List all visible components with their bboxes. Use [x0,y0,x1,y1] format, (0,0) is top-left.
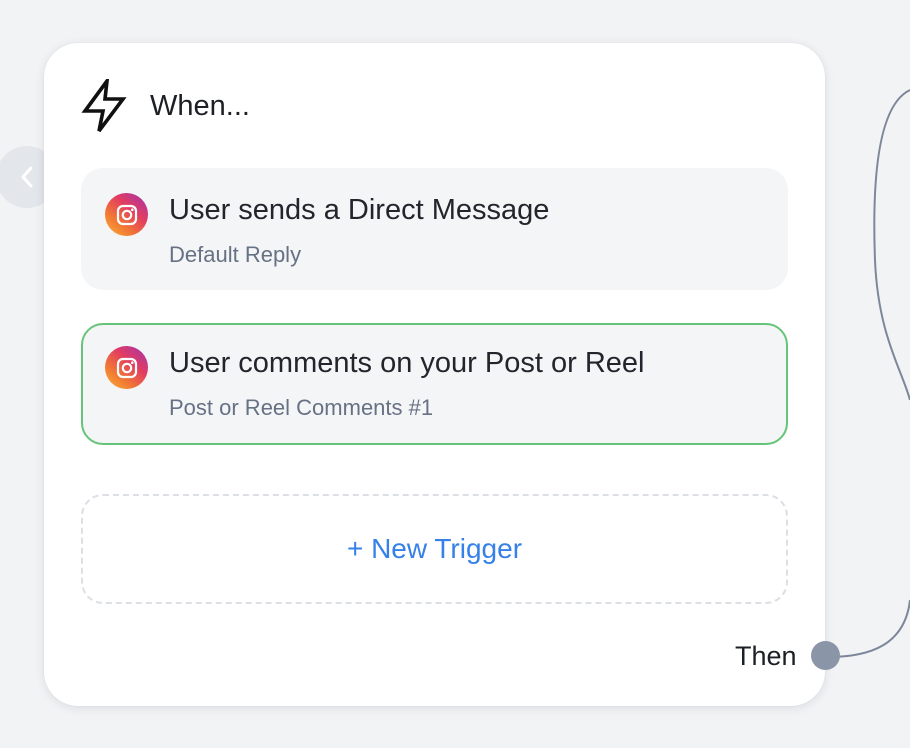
instagram-icon [105,193,148,236]
card-title: When... [150,89,250,122]
trigger-title: User sends a Direct Message [169,194,550,226]
lightning-icon [81,79,127,133]
trigger-subtitle: Default Reply [169,242,302,267]
trigger-title: User comments on your Post or Reel [169,347,645,379]
trigger-direct-message[interactable]: User sends a Direct Message Default Repl… [81,168,788,290]
trigger-card: When... User sends a Direct Message Defa… [44,43,840,706]
new-trigger-label: + New Trigger [346,533,523,564]
instagram-icon [105,346,148,389]
trigger-post-comments[interactable]: User comments on your Post or Reel Post … [81,323,788,445]
then-label: Then [735,641,797,671]
then-connector-handle[interactable] [811,641,840,670]
new-trigger-button[interactable]: + New Trigger [81,494,788,604]
chevron-left-icon [21,166,33,188]
trigger-subtitle: Post or Reel Comments #1 [169,395,434,420]
card-header: When... [80,79,250,133]
